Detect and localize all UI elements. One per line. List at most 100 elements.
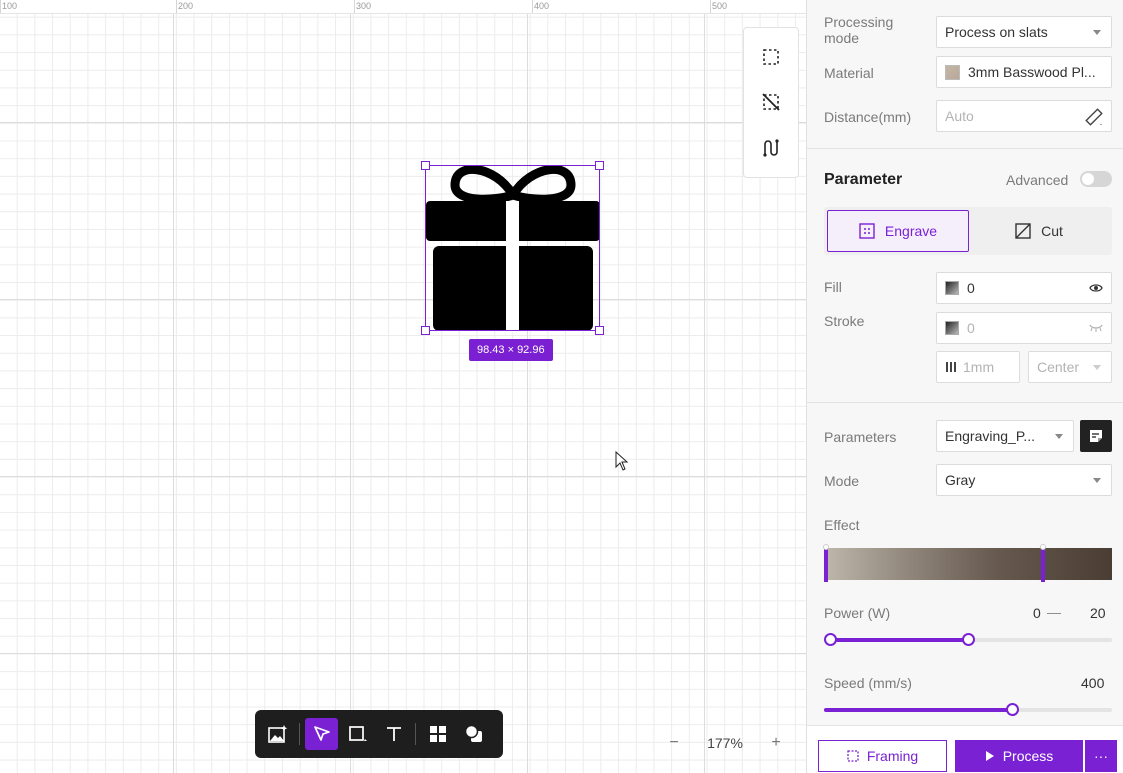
ruler-measure-icon[interactable] <box>1085 108 1103 126</box>
mode-value: Gray <box>945 472 976 488</box>
resize-handle[interactable] <box>595 161 604 170</box>
material-swatch <box>945 64 960 80</box>
resize-handle[interactable] <box>595 326 604 335</box>
effect-range-start-handle[interactable] <box>824 546 828 582</box>
deselect-icon[interactable] <box>757 88 785 116</box>
components-icon[interactable] <box>421 718 454 750</box>
power-label: Power (W) <box>824 605 891 621</box>
framing-button[interactable]: Framing <box>818 740 947 772</box>
mode-select[interactable]: Gray <box>936 464 1112 496</box>
zoom-in-button[interactable]: + <box>762 734 790 752</box>
power-range-dash: — <box>1047 604 1061 620</box>
fill-input[interactable]: 0 <box>936 272 1112 304</box>
grid-line <box>350 0 351 773</box>
power-slider-fill <box>829 638 968 642</box>
size-badge: 98.43 × 92.96 <box>469 339 553 361</box>
effect-range-end-handle[interactable] <box>1041 546 1045 582</box>
effect-handle-dot <box>823 544 829 550</box>
text-tool-icon[interactable] <box>377 718 410 750</box>
parameters-select[interactable]: Engraving_P... <box>936 420 1074 452</box>
resize-handle[interactable] <box>421 326 430 335</box>
fill-label: Fill <box>824 279 842 295</box>
divider <box>807 148 1123 149</box>
cut-icon <box>1015 223 1031 239</box>
effect-handle-dot <box>1040 544 1046 550</box>
design-canvas[interactable]: 100 200 300 400 500 98.43 × 92.96 − 177%… <box>0 0 806 773</box>
shapes-icon[interactable] <box>457 718 490 750</box>
ruler-tick <box>176 0 177 13</box>
chevron-down-icon <box>1093 30 1101 35</box>
distance-value: Auto <box>945 108 974 124</box>
mode-label: Mode <box>824 473 860 489</box>
material-select[interactable]: 3mm Basswood Pl... <box>936 56 1112 88</box>
speed-slider-knob[interactable] <box>1005 703 1019 716</box>
mouse-cursor-icon <box>615 451 629 471</box>
speed-value[interactable]: 400 <box>1081 675 1104 691</box>
eye-icon[interactable] <box>1089 282 1103 294</box>
ruler-label: 100 <box>2 1 18 11</box>
chevron-down-icon <box>1093 365 1101 370</box>
toolbar-divider <box>415 723 416 745</box>
grid-line <box>0 122 806 123</box>
processing-mode-select[interactable]: Process on slats <box>936 16 1112 48</box>
effect-preview[interactable] <box>823 544 1112 582</box>
ruler-label: 200 <box>178 1 194 11</box>
ruler-tick <box>354 0 355 13</box>
power-slider-min-knob[interactable] <box>824 633 837 646</box>
effect-label: Effect <box>824 517 860 533</box>
ruler-tick <box>532 0 533 13</box>
select-tool-icon[interactable] <box>305 718 338 750</box>
stroke-value: 0 <box>967 320 975 336</box>
parameter-title: Parameter <box>824 171 903 188</box>
power-slider-max-knob[interactable] <box>961 633 975 646</box>
grid-line <box>704 0 705 773</box>
rectangle-tool-icon[interactable] <box>341 718 374 750</box>
process-type-tabs: Engrave Cut <box>824 207 1112 255</box>
chevron-down-icon <box>1093 478 1101 483</box>
advanced-toggle[interactable] <box>1080 171 1112 187</box>
power-max-value[interactable]: 20 <box>1090 605 1106 621</box>
stroke-align-value: Center <box>1037 359 1080 375</box>
selection-box[interactable] <box>421 161 604 335</box>
more-options-button[interactable]: ··· <box>1085 740 1117 772</box>
settings-panel: Processing mode Process on slats Materia… <box>806 0 1123 773</box>
ruler-tick <box>710 0 711 13</box>
zoom-out-button[interactable]: − <box>660 734 688 752</box>
edit-parameters-button[interactable] <box>1080 420 1112 452</box>
select-area-icon[interactable] <box>757 43 785 71</box>
grid-line <box>173 0 174 773</box>
distance-input[interactable]: Auto <box>936 100 1112 132</box>
stroke-width-value: 1mm <box>963 359 995 375</box>
stroke-input[interactable]: 0 <box>936 312 1112 344</box>
stroke-align-select[interactable]: Center <box>1028 351 1112 383</box>
tab-cut-label: Cut <box>1041 223 1063 239</box>
grid-line <box>0 653 806 654</box>
power-min-value[interactable]: 0 <box>1033 605 1041 621</box>
stroke-width-input[interactable]: 1mm <box>936 351 1020 383</box>
speed-slider-fill <box>824 708 1012 712</box>
process-button[interactable]: Process <box>955 740 1083 772</box>
parameters-label: Parameters <box>824 429 897 445</box>
fill-swatch <box>945 281 959 295</box>
tab-engrave[interactable]: Engrave <box>827 210 969 252</box>
note-edit-icon <box>1090 430 1102 442</box>
fill-value: 0 <box>967 280 975 296</box>
parameters-value: Engraving_P... <box>945 428 1036 444</box>
top-ruler: 100 200 300 400 500 <box>0 0 806 14</box>
grid-line <box>0 299 806 300</box>
stroke-swatch <box>945 321 959 335</box>
bottom-toolbar <box>255 710 503 758</box>
resize-handle[interactable] <box>421 161 430 170</box>
add-image-icon[interactable] <box>261 718 294 750</box>
ruler-tick <box>0 0 1 13</box>
divider <box>807 402 1123 403</box>
zoom-level[interactable]: 177% <box>707 735 743 751</box>
material-value: 3mm Basswood Pl... <box>968 64 1096 80</box>
play-icon <box>985 751 994 761</box>
path-icon[interactable] <box>757 134 785 162</box>
speed-label: Speed (mm/s) <box>824 675 912 691</box>
tab-cut[interactable]: Cut <box>969 210 1109 252</box>
distance-label: Distance(mm) <box>824 109 912 125</box>
grid-line <box>0 476 806 477</box>
eye-closed-icon[interactable] <box>1089 323 1103 333</box>
